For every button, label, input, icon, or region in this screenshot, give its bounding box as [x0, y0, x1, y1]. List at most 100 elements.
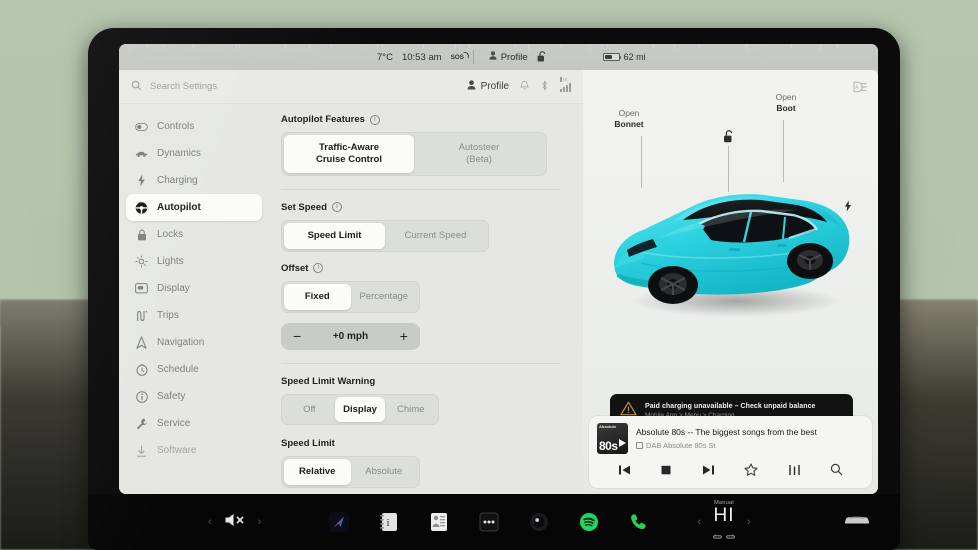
offset-increment-button[interactable]: + — [400, 329, 408, 343]
car-visualization-panel: A Open Bonnet Open Boot Paid charging un… — [583, 70, 878, 494]
option-traffic-aware-cruise-control[interactable]: Traffic-Aware Cruise Control — [284, 135, 414, 173]
sidebar-item-navigation[interactable]: Navigation — [126, 329, 262, 356]
sidebar-item-lights[interactable]: Lights — [126, 248, 262, 275]
sidebar-item-autopilot[interactable]: Autopilot — [126, 194, 262, 221]
app-notes[interactable]: i — [379, 512, 399, 532]
option-chime[interactable]: Chime — [385, 397, 436, 423]
temp-decrease-button[interactable]: ‹ — [697, 516, 701, 528]
divider — [281, 188, 561, 190]
option-fixed[interactable]: Fixed — [284, 283, 351, 310]
profile-label: Profile — [500, 51, 528, 63]
speed-limit-warning-label: Speed Limit Warning — [281, 376, 561, 387]
auto-headlight-icon[interactable]: A — [851, 80, 868, 98]
offset-segmented[interactable]: Fixed Percentage — [281, 280, 420, 313]
seat-heater-icon[interactable] — [713, 527, 722, 545]
offset-decrement-button[interactable]: − — [293, 329, 301, 343]
app-phone[interactable] — [629, 512, 649, 532]
speed-limit-segmented[interactable]: Relative Absolute — [281, 456, 420, 489]
sidebar-item-charging[interactable]: Charging — [126, 167, 262, 194]
info-icon[interactable]: i — [313, 263, 324, 274]
next-track-button[interactable] — [702, 463, 715, 481]
range-value: 62 mi — [623, 52, 646, 62]
offset-value: +0 mph — [332, 330, 369, 342]
search-settings[interactable]: Search Settings — [131, 78, 467, 96]
app-calendar[interactable] — [429, 512, 449, 532]
sidebar-item-service[interactable]: Service — [126, 410, 262, 437]
car-front-icon[interactable] — [844, 515, 870, 532]
sidebar-item-trips[interactable]: Trips — [126, 302, 262, 329]
option-relative[interactable]: Relative — [284, 459, 351, 486]
search-input-placeholder[interactable]: Search Settings — [150, 81, 217, 92]
option-autosteer-beta[interactable]: Autosteer (Beta) — [414, 135, 544, 173]
label-line2: Boot — [776, 102, 796, 113]
profile-button[interactable]: Profile — [489, 51, 528, 63]
divider — [281, 362, 561, 364]
option-current-speed[interactable]: Current Speed — [385, 223, 486, 249]
clock: 10:53 am — [401, 51, 442, 63]
sidebar-item-software[interactable]: Software — [126, 437, 262, 464]
sos-button[interactable]: SOS — [451, 54, 464, 61]
info-icon[interactable]: i — [331, 202, 342, 213]
sidebar-item-label: Lights — [157, 256, 184, 267]
label-line1: Open — [775, 92, 797, 102]
navigation-arrow-icon — [135, 336, 148, 349]
autopilot-settings-content: Autopilot Features i Traffic-Aware Cruis… — [269, 104, 583, 494]
app-spotify[interactable] — [579, 512, 599, 532]
search-media-button[interactable] — [830, 463, 843, 481]
download-icon — [135, 445, 148, 457]
sidebar-item-controls[interactable]: Controls — [126, 113, 262, 140]
settings-profile-button[interactable]: Profile — [467, 80, 509, 93]
option-line2: Cruise Control — [316, 153, 382, 165]
sun-icon — [135, 255, 148, 268]
display-icon — [135, 283, 148, 294]
car-illustration[interactable] — [601, 162, 861, 322]
sidebar-item-label: Safety — [157, 391, 186, 402]
battery-indicator[interactable]: 62 mi — [602, 52, 646, 62]
sidebar-item-label: Trips — [157, 310, 179, 321]
option-absolute[interactable]: Absolute — [351, 459, 418, 485]
sidebar-item-locks[interactable]: Locks — [126, 221, 262, 248]
option-off[interactable]: Off — [284, 397, 335, 423]
set-speed-segmented[interactable]: Speed Limit Current Speed — [281, 219, 489, 252]
volume-mute-icon[interactable] — [224, 512, 246, 533]
sidebar-item-schedule[interactable]: Schedule — [126, 356, 262, 383]
offset-stepper[interactable]: − +0 mph + — [281, 322, 420, 350]
option-display[interactable]: Display — [334, 396, 386, 423]
alert-title: Paid charging unavailable – Check unpaid… — [645, 403, 816, 410]
album-art[interactable]: Absolute 80s — [597, 423, 628, 454]
option-speed-limit[interactable]: Speed Limit — [284, 222, 385, 249]
autopilot-features-segmented[interactable]: Traffic-Aware Cruise Control Autosteer (… — [281, 132, 547, 176]
equalizer-button[interactable] — [788, 463, 801, 481]
svg-text:i: i — [387, 517, 390, 529]
status-divider — [472, 50, 474, 64]
app-navigation[interactable] — [329, 512, 350, 532]
open-boot-label[interactable]: Open Boot — [761, 92, 811, 113]
bell-icon[interactable] — [520, 78, 529, 96]
stop-button[interactable] — [660, 463, 672, 481]
label-line1: Open — [618, 108, 640, 118]
section-title: Speed Limit — [281, 438, 335, 450]
sidebar-item-safety[interactable]: Safety — [126, 383, 262, 410]
app-more[interactable] — [479, 512, 499, 532]
info-circle-icon — [135, 390, 148, 403]
volume-increase-button[interactable]: › — [258, 516, 262, 528]
outside-temperature: 7°C — [377, 51, 393, 63]
previous-track-button[interactable] — [618, 463, 631, 481]
climate-temperature[interactable]: Manual HI — [713, 500, 735, 545]
speed-limit-warning-segmented[interactable]: Off Display Chime — [281, 393, 439, 426]
option-percentage[interactable]: Percentage — [351, 284, 418, 310]
toggle-icon — [135, 122, 148, 131]
sidebar-item-dynamics[interactable]: Dynamics — [126, 140, 262, 167]
open-bonnet-label[interactable]: Open Bonnet — [601, 108, 657, 129]
favorite-button[interactable] — [744, 463, 758, 481]
unlock-icon[interactable] — [537, 50, 546, 64]
volume-decrease-button[interactable]: ‹ — [208, 516, 212, 528]
app-bar: ‹ › i ‹ Manual HI › — [88, 494, 900, 550]
sidebar-item-display[interactable]: Display — [126, 275, 262, 302]
temp-increase-button[interactable]: › — [747, 516, 751, 528]
app-camera[interactable] — [529, 512, 549, 532]
seat-heater-icon[interactable] — [726, 527, 735, 545]
bluetooth-icon[interactable] — [540, 78, 549, 96]
info-icon[interactable]: i — [369, 114, 380, 125]
settings-sidebar: Controls Dynamics Charging Autopilot Loc… — [119, 104, 269, 494]
